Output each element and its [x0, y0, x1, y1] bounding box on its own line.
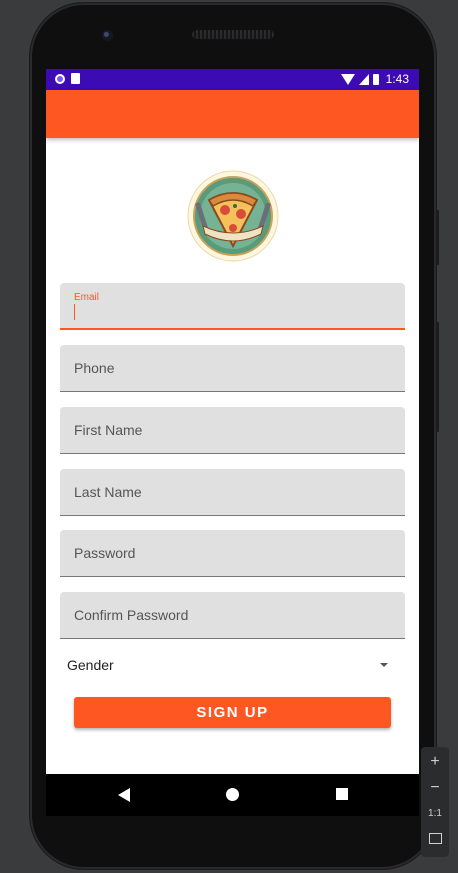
zoom-out-button[interactable]: −	[421, 779, 449, 797]
earpiece-speaker	[192, 30, 274, 39]
navigation-bar	[46, 774, 419, 816]
one-to-one-button[interactable]: 1:1	[421, 808, 449, 819]
phone-field[interactable]: Phone	[60, 345, 405, 392]
email-floating-label: Email	[74, 292, 100, 303]
confirm-password-field[interactable]: Confirm Password	[60, 592, 405, 639]
gender-spinner[interactable]: Gender	[66, 657, 396, 677]
fit-screen-icon[interactable]	[421, 833, 449, 847]
confirm-password-placeholder: Confirm Password	[74, 607, 189, 623]
front-camera	[102, 30, 113, 41]
password-field[interactable]: Password	[60, 530, 405, 577]
emulator-zoom-panel: + − 1:1	[421, 747, 449, 857]
status-bar: 1:43	[46, 69, 419, 90]
zoom-in-button[interactable]: +	[421, 753, 449, 771]
volume-rocker[interactable]	[436, 322, 439, 432]
text-caret	[74, 304, 75, 320]
phone-placeholder: Phone	[74, 360, 115, 376]
first-name-field[interactable]: First Name	[60, 407, 405, 454]
password-placeholder: Password	[74, 545, 136, 561]
email-field[interactable]: Email	[60, 283, 405, 330]
app-screen: 1:43 Email Phone First Name Last Name Pa…	[46, 69, 419, 774]
back-icon[interactable]	[118, 788, 130, 802]
gender-selected-value: Gender	[67, 657, 114, 673]
status-time: 1:43	[385, 72, 409, 86]
sign-up-button[interactable]: SIGN UP	[74, 697, 391, 728]
first-name-placeholder: First Name	[74, 422, 143, 438]
last-name-field[interactable]: Last Name	[60, 469, 405, 516]
app-bar	[46, 90, 419, 138]
notification-icon	[55, 73, 65, 84]
pizza-logo	[187, 170, 279, 262]
battery-icon	[372, 73, 379, 85]
sd-card-icon	[71, 73, 80, 84]
home-icon[interactable]	[226, 788, 239, 801]
dropdown-arrow-icon	[380, 663, 388, 667]
wifi-icon	[340, 73, 355, 85]
power-button[interactable]	[436, 210, 439, 265]
last-name-placeholder: Last Name	[74, 484, 142, 500]
cell-signal-icon	[358, 73, 369, 85]
recent-apps-icon[interactable]	[336, 788, 348, 800]
